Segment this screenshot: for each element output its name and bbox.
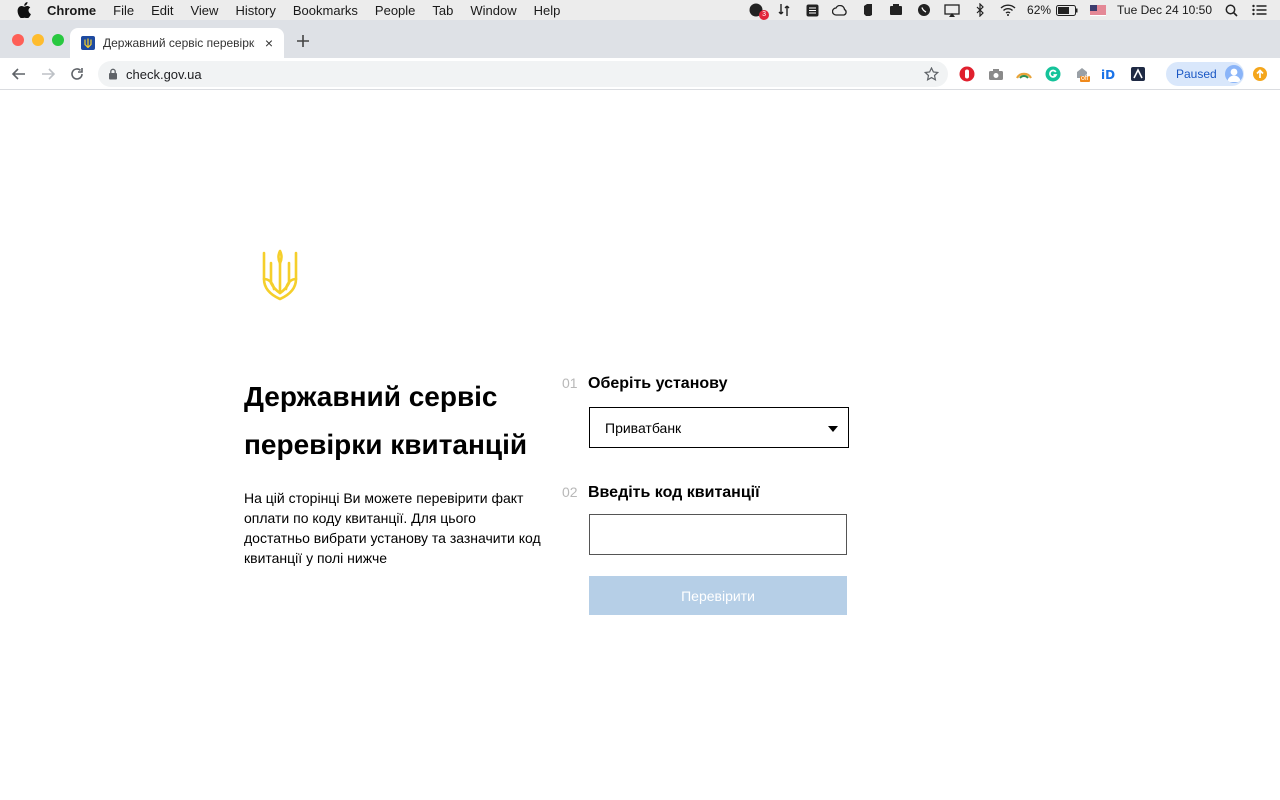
address-bar-url: check.gov.ua bbox=[126, 66, 202, 82]
reload-icon[interactable] bbox=[67, 64, 87, 84]
extension-off-label: off bbox=[1081, 75, 1089, 82]
step-2-label: Введіть код квитанції bbox=[588, 484, 760, 501]
browser-toolbar: check.gov.ua off iD Paused bbox=[0, 58, 1280, 90]
step-1-number: 01 bbox=[562, 375, 578, 391]
airplay-icon[interactable] bbox=[943, 3, 961, 17]
wifi-icon[interactable] bbox=[999, 3, 1017, 17]
notification-center-icon[interactable] bbox=[1250, 3, 1268, 17]
menu-bar-clock[interactable]: Tue Dec 24 10:50 bbox=[1117, 3, 1212, 17]
macos-menu-bar: Chrome File Edit View History Bookmarks … bbox=[0, 0, 1280, 20]
id-extension-icon[interactable]: iD bbox=[1101, 65, 1119, 83]
menu-bookmarks[interactable]: Bookmarks bbox=[293, 3, 358, 18]
bookmark-star-icon[interactable] bbox=[922, 65, 940, 83]
menu-edit[interactable]: Edit bbox=[151, 3, 173, 18]
page-title: Державний сервіс перевірки квитанцій bbox=[244, 381, 528, 460]
forward-arrow-icon[interactable] bbox=[38, 64, 58, 84]
tab-favicon-trident-icon bbox=[81, 36, 95, 50]
coat-of-arms-trident-icon bbox=[262, 249, 298, 301]
menu-help[interactable]: Help bbox=[534, 3, 561, 18]
minimize-window-button[interactable] bbox=[32, 34, 44, 46]
web-page-content: Державний сервіс перевірки квитанцій На … bbox=[0, 91, 1280, 800]
browser-tab-active[interactable]: Державний сервіс перевірки × bbox=[70, 28, 284, 58]
lock-icon[interactable] bbox=[108, 68, 118, 80]
profile-avatar-icon bbox=[1224, 65, 1243, 83]
creative-cloud-icon[interactable] bbox=[831, 3, 849, 17]
grammarly-extension-icon[interactable] bbox=[1044, 65, 1062, 83]
tab-close-icon[interactable]: × bbox=[261, 35, 277, 51]
arc-extension-icon[interactable] bbox=[1015, 65, 1033, 83]
step-2-heading: 02 Введіть код квитанції bbox=[562, 484, 760, 502]
menu-app-chrome[interactable]: Chrome bbox=[47, 3, 96, 18]
profile-paused-label: Paused bbox=[1176, 67, 1217, 81]
adblock-extension-icon[interactable] bbox=[958, 65, 976, 83]
battery-icon[interactable] bbox=[1055, 3, 1079, 17]
back-arrow-icon[interactable] bbox=[9, 64, 29, 84]
off-extension-icon[interactable]: off bbox=[1073, 65, 1091, 83]
battery-percentage: 62% bbox=[1027, 3, 1052, 17]
menu-history[interactable]: History bbox=[235, 3, 275, 18]
apple-icon[interactable] bbox=[17, 2, 33, 18]
spotlight-search-icon[interactable] bbox=[1222, 3, 1240, 17]
receipt-code-input[interactable] bbox=[589, 514, 847, 555]
sync-app-icon[interactable] bbox=[887, 3, 905, 17]
evernote-icon[interactable] bbox=[859, 3, 877, 17]
notification-app-icon[interactable]: 3 bbox=[747, 3, 770, 20]
update-available-icon[interactable] bbox=[1251, 65, 1269, 83]
step-1-label: Оберіть установу bbox=[588, 375, 728, 392]
tab-title: Державний сервіс перевірки bbox=[103, 36, 255, 50]
address-bar[interactable]: check.gov.ua bbox=[98, 61, 948, 87]
menu-people[interactable]: People bbox=[375, 3, 415, 18]
institution-select-value: Приватбанк bbox=[605, 419, 682, 436]
bluetooth-icon[interactable] bbox=[971, 3, 989, 17]
app-square-icon[interactable] bbox=[803, 3, 821, 17]
menu-file[interactable]: File bbox=[113, 3, 134, 18]
menu-tab[interactable]: Tab bbox=[432, 3, 453, 18]
step-1-heading: 01 Оберіть установу bbox=[562, 375, 727, 393]
transfer-icon[interactable] bbox=[775, 3, 793, 17]
dark-extension-icon[interactable] bbox=[1129, 65, 1147, 83]
viber-icon[interactable] bbox=[915, 3, 933, 17]
close-window-button[interactable] bbox=[12, 34, 24, 46]
menu-view[interactable]: View bbox=[190, 3, 218, 18]
step-2-number: 02 bbox=[562, 484, 578, 500]
menu-bar-status-area: 3 62% Tue Dec 24 10:50 bbox=[737, 0, 1268, 20]
svg-text:iD: iD bbox=[1101, 68, 1115, 81]
maximize-window-button[interactable] bbox=[52, 34, 64, 46]
camera-extension-icon[interactable] bbox=[987, 65, 1005, 83]
profile-paused-button[interactable]: Paused bbox=[1166, 62, 1244, 86]
menu-window[interactable]: Window bbox=[470, 3, 516, 18]
page-description: На цій сторінці Ви можете перевірити фак… bbox=[244, 490, 541, 566]
window-controls bbox=[12, 34, 72, 46]
institution-select[interactable]: Приватбанк bbox=[589, 407, 849, 448]
dropdown-caret-icon bbox=[828, 426, 838, 432]
notification-count-badge: 3 bbox=[759, 10, 770, 20]
us-flag-icon[interactable] bbox=[1089, 3, 1107, 17]
browser-tab-strip: Державний сервіс перевірки × bbox=[0, 20, 1280, 58]
check-receipt-button[interactable]: Перевірити bbox=[589, 576, 847, 615]
new-tab-plus-icon[interactable] bbox=[292, 30, 314, 52]
